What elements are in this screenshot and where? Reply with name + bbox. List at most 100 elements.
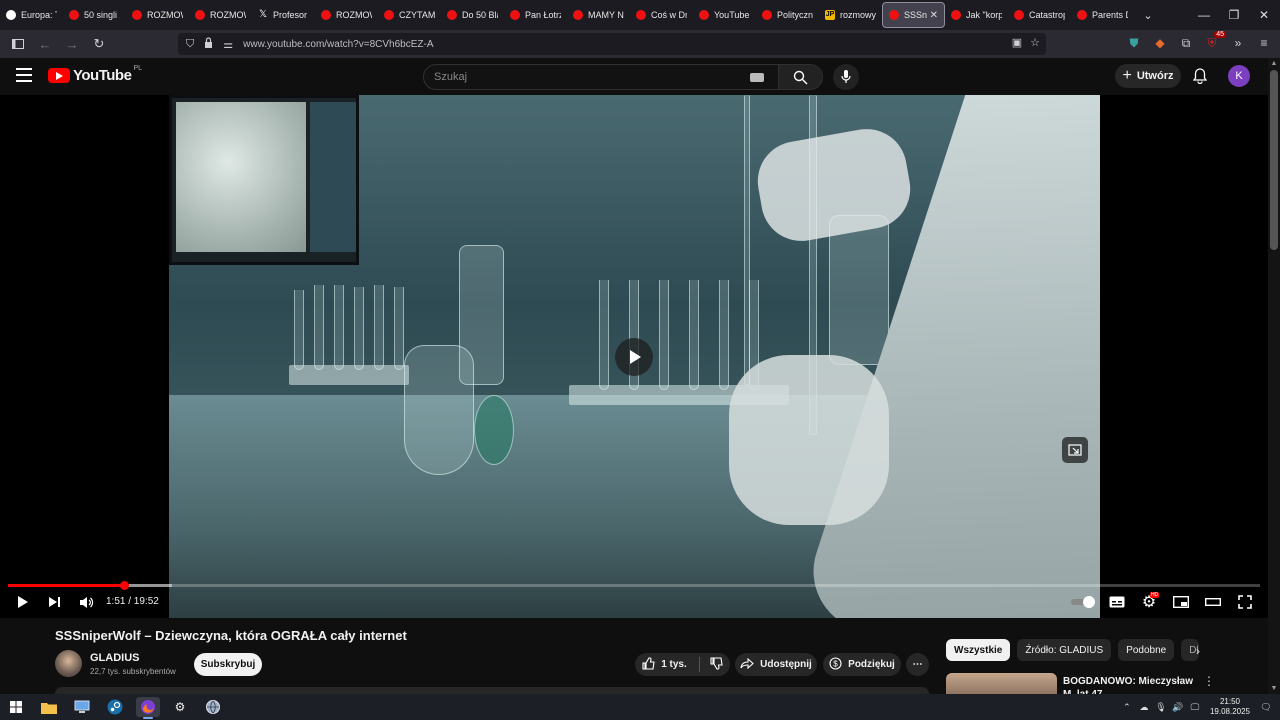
create-button[interactable]: + Utwórz	[1115, 64, 1181, 88]
search-box: Szukaj	[423, 64, 823, 90]
like-count[interactable]: 1 tys.	[661, 659, 687, 670]
network-icon[interactable]: 🖵	[1187, 702, 1203, 713]
youtube-logo[interactable]: YouTube PL	[48, 65, 142, 84]
reader-view-icon[interactable]: ▣	[1012, 36, 1022, 49]
browser-tab[interactable]: Catastrop	[1008, 2, 1071, 28]
computer-app-icon[interactable]	[72, 697, 92, 717]
overflow-chevrons-icon[interactable]: »	[1230, 32, 1246, 54]
browser-tab[interactable]: YouTube	[693, 2, 756, 28]
hamburger-menu-icon[interactable]	[16, 68, 32, 82]
browser-tab[interactable]: Jak "korp	[945, 2, 1008, 28]
chip-all[interactable]: Wszystkie	[946, 639, 1011, 661]
theater-mode-button[interactable]	[1202, 591, 1224, 613]
address-bar[interactable]: ⛉ ⚌ www.youtube.com/watch?v=8CVh6bcEZ-A …	[178, 33, 1046, 55]
chips-next-icon[interactable]: ›	[1190, 643, 1206, 659]
autoplay-toggle[interactable]	[1071, 596, 1095, 608]
channel-avatar[interactable]	[55, 650, 82, 677]
app-menu-icon[interactable]: ≡	[1256, 32, 1272, 54]
chip-from-channel[interactable]: Źródło: GLADIUS	[1017, 639, 1112, 661]
tray-overflow-icon[interactable]: ⌃	[1119, 702, 1135, 713]
browser-tab[interactable]: 50 singli z	[63, 2, 126, 28]
channel-name[interactable]: GLADIUS	[90, 652, 140, 664]
subscribe-button[interactable]: Subskrybuj	[194, 653, 262, 676]
bookmark-star-icon[interactable]: ☆	[1030, 36, 1040, 49]
next-button[interactable]	[43, 591, 65, 613]
close-tab-icon[interactable]: ✕	[930, 10, 938, 21]
browser-tab[interactable]: MAMY Na	[567, 2, 630, 28]
dislike-button[interactable]	[710, 656, 723, 673]
firefox-icon[interactable]	[136, 697, 160, 719]
page-scrollbar[interactable]: ▲ ▼	[1268, 58, 1280, 694]
subtitles-button[interactable]	[1106, 591, 1128, 613]
share-button[interactable]: Udostępnij	[735, 653, 817, 676]
site-favicon-icon	[6, 10, 16, 20]
progress-bar[interactable]	[8, 581, 1260, 590]
search-button[interactable]	[778, 65, 822, 89]
browser-tab[interactable]: Parents D	[1071, 2, 1134, 28]
clock[interactable]: 21:50 19.08.2025	[1210, 697, 1250, 717]
recommendation-title[interactable]: BOGDANOWO: Mieczysław M. lat 47	[1063, 675, 1198, 694]
shield-icon[interactable]: ⛉	[186, 38, 194, 51]
notifications-bell-icon[interactable]	[1191, 66, 1209, 86]
chip-related[interactable]: Podobne	[1118, 639, 1175, 661]
browser-tab[interactable]: JP rozmowy	[819, 2, 882, 28]
onedrive-cloud-icon[interactable]: ☁	[1136, 702, 1152, 713]
center-play-button[interactable]	[615, 338, 653, 376]
tab-list-chevron-icon[interactable]: ⌄	[1138, 9, 1158, 22]
close-window-icon[interactable]: ✕	[1248, 0, 1280, 30]
settings-button[interactable]: ⚙ HD	[1138, 591, 1160, 613]
voice-search-button[interactable]	[833, 64, 859, 90]
recommendation-thumbnail[interactable]	[946, 673, 1057, 694]
search-input[interactable]: Szukaj	[424, 71, 750, 83]
browser-tab[interactable]: SSSnip✕	[882, 2, 945, 28]
vpn-shield-icon[interactable]: ⛊	[1126, 32, 1142, 54]
expand-overlay-icon[interactable]	[1062, 437, 1088, 463]
network-globe-icon[interactable]	[203, 697, 223, 717]
file-explorer-icon[interactable]	[39, 697, 59, 717]
notifications-icon[interactable]: 🗨	[1258, 702, 1274, 713]
browser-tab[interactable]: ROZMOW	[126, 2, 189, 28]
browser-tab[interactable]: Polityczna	[756, 2, 819, 28]
scroll-up-icon[interactable]: ▲	[1270, 60, 1278, 67]
browser-tab[interactable]: Do 50 Bla	[441, 2, 504, 28]
description-box[interactable]	[55, 687, 929, 694]
permissions-icon[interactable]: ⚌	[223, 38, 233, 51]
fullscreen-button[interactable]	[1234, 591, 1256, 613]
microphone-tray-icon[interactable]: 🎙	[1153, 702, 1169, 713]
clock-time: 21:50	[1219, 697, 1240, 706]
more-actions-button[interactable]: ⋯	[906, 653, 929, 676]
settings-gear-icon[interactable]: ⚙	[170, 697, 190, 717]
recommendation-more-icon[interactable]: ⋮	[1203, 674, 1215, 688]
video-player[interactable]: 1:51 / 19:52 ⚙ HD	[0, 95, 1268, 618]
sidebar-toggle-icon[interactable]	[6, 32, 30, 56]
lock-icon[interactable]	[204, 37, 213, 51]
miniplayer-button[interactable]	[1170, 591, 1192, 613]
like-button[interactable]	[642, 656, 655, 673]
scrubber-handle[interactable]	[120, 581, 130, 590]
forward-icon[interactable]: →	[60, 32, 84, 56]
thanks-button[interactable]: $ Podziękuj	[823, 653, 901, 676]
restore-icon[interactable]: ❐	[1218, 0, 1250, 30]
minimize-icon[interactable]: —	[1188, 0, 1220, 30]
extension-fox-icon[interactable]: ◆	[1152, 32, 1168, 54]
speaker-icon[interactable]: 🔊	[1170, 702, 1186, 713]
extensions-puzzle-icon[interactable]: ⧉	[1178, 32, 1194, 54]
ublock-icon[interactable]: ⛨ 45	[1204, 31, 1226, 54]
browser-tab[interactable]: ROZMOW	[189, 2, 252, 28]
browser-tab[interactable]: Coś w Dn	[630, 2, 693, 28]
browser-tab[interactable]: 𝕏 Profesor I	[252, 2, 315, 28]
windows-start-icon[interactable]	[6, 697, 26, 717]
keyboard-icon[interactable]	[750, 72, 764, 82]
play-button[interactable]	[12, 591, 34, 613]
reload-icon[interactable]: ↻	[87, 32, 111, 56]
volume-button[interactable]	[75, 591, 97, 613]
browser-tab[interactable]: ROZMOW	[315, 2, 378, 28]
back-icon[interactable]: ←	[33, 32, 57, 56]
browser-tab[interactable]: Pan Łotrz	[504, 2, 567, 28]
scroll-down-icon[interactable]: ▼	[1270, 685, 1278, 692]
browser-tab[interactable]: CZYTAM	[378, 2, 441, 28]
steam-icon[interactable]	[105, 697, 125, 717]
browser-tab[interactable]: Europa: Ti	[0, 2, 63, 28]
account-avatar[interactable]: K	[1228, 65, 1250, 87]
scrollbar-thumb[interactable]	[1270, 70, 1278, 250]
